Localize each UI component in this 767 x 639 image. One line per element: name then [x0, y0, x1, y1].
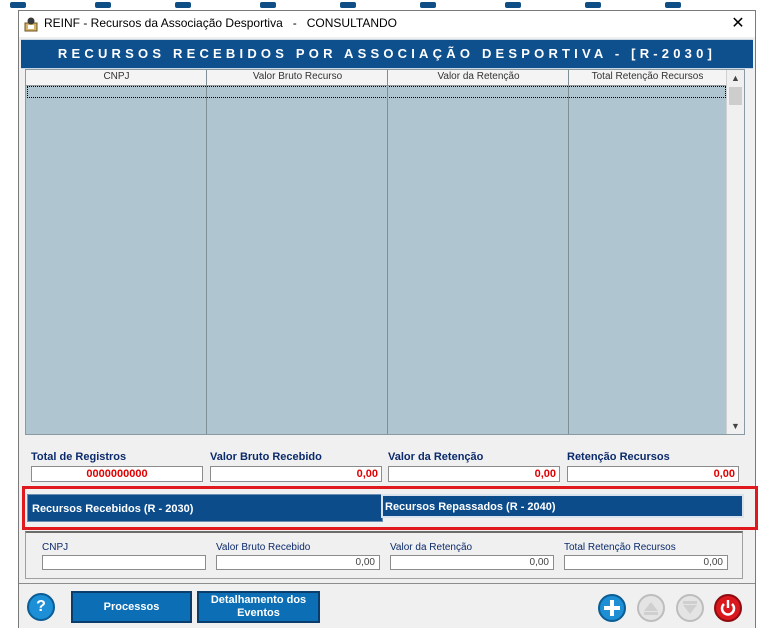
valor-retencao-field-label: Valor da Retenção	[390, 542, 473, 553]
edit-disabled-icon	[637, 594, 665, 622]
processos-button[interactable]: Processos	[71, 591, 192, 623]
valor-bruto-recebido-field[interactable]: 0,00	[216, 555, 380, 570]
scroll-down-icon[interactable]: ▼	[727, 418, 744, 434]
total-registros-value: 0000000000	[31, 466, 203, 482]
add-icon[interactable]	[598, 594, 626, 622]
total-registros-label: Total de Registros	[31, 451, 127, 463]
scroll-up-icon[interactable]: ▲	[727, 70, 744, 86]
detalhamento-eventos-button[interactable]: Detalhamento dos Eventos	[197, 591, 320, 623]
valor-retencao-field[interactable]: 0,00	[390, 555, 554, 570]
column-header-valor-bruto[interactable]: Valor Bruto Recurso	[207, 71, 388, 82]
records-grid[interactable]: CNPJ Valor Bruto Recurso Valor da Retenç…	[25, 69, 745, 435]
cnpj-field[interactable]	[42, 555, 206, 570]
close-icon[interactable]: ✕	[727, 14, 749, 34]
valor-retencao-label: Valor da Retenção	[388, 451, 484, 463]
retencao-recursos-value: 0,00	[567, 466, 739, 482]
column-divider	[568, 70, 569, 434]
header-band: RECURSOS RECEBIDOS POR ASSOCIAÇÃO DESPOR…	[21, 39, 753, 69]
retencao-recursos-label: Retenção Recursos	[567, 451, 670, 463]
grid-header: CNPJ Valor Bruto Recurso Valor da Retenç…	[26, 70, 726, 86]
delete-disabled-icon	[676, 594, 704, 622]
valor-bruto-recebido-field-label: Valor Bruto Recebido	[216, 542, 311, 553]
tab-recursos-repassados[interactable]: Recursos Repassados (R - 2040)	[381, 494, 744, 518]
scroll-thumb[interactable]	[729, 87, 742, 105]
total-retencao-recursos-field-label: Total Retenção Recursos	[564, 542, 676, 553]
help-icon[interactable]: ?	[27, 593, 55, 621]
window-title: REINF - Recursos da Associação Desportiv…	[44, 16, 397, 30]
total-retencao-recursos-field[interactable]: 0,00	[564, 555, 728, 570]
title-bar: REINF - Recursos da Associação Desportiv…	[19, 11, 755, 37]
valor-bruto-recebido-value: 0,00	[210, 466, 382, 482]
background-toolbar-strip	[0, 0, 767, 10]
selected-row[interactable]	[27, 86, 726, 98]
column-header-cnpj[interactable]: CNPJ	[26, 71, 207, 82]
valor-retencao-value: 0,00	[388, 466, 560, 482]
reinf-window: REINF - Recursos da Associação Desportiv…	[18, 10, 758, 628]
tab-recursos-recebidos[interactable]: Recursos Recebidos (R - 2030)	[27, 494, 383, 522]
column-header-total-retencao[interactable]: Total Retenção Recursos	[569, 71, 726, 82]
page-title: RECURSOS RECEBIDOS POR ASSOCIAÇÃO DESPOR…	[57, 46, 717, 61]
valor-bruto-recebido-label: Valor Bruto Recebido	[210, 451, 322, 463]
column-divider	[206, 70, 207, 434]
cnpj-label: CNPJ	[42, 542, 69, 553]
column-divider	[387, 70, 388, 434]
app-icon	[24, 17, 38, 32]
column-header-valor-retencao[interactable]: Valor da Retenção	[388, 71, 569, 82]
power-icon[interactable]	[714, 594, 742, 622]
grid-scrollbar[interactable]: ▲ ▼	[726, 70, 744, 434]
